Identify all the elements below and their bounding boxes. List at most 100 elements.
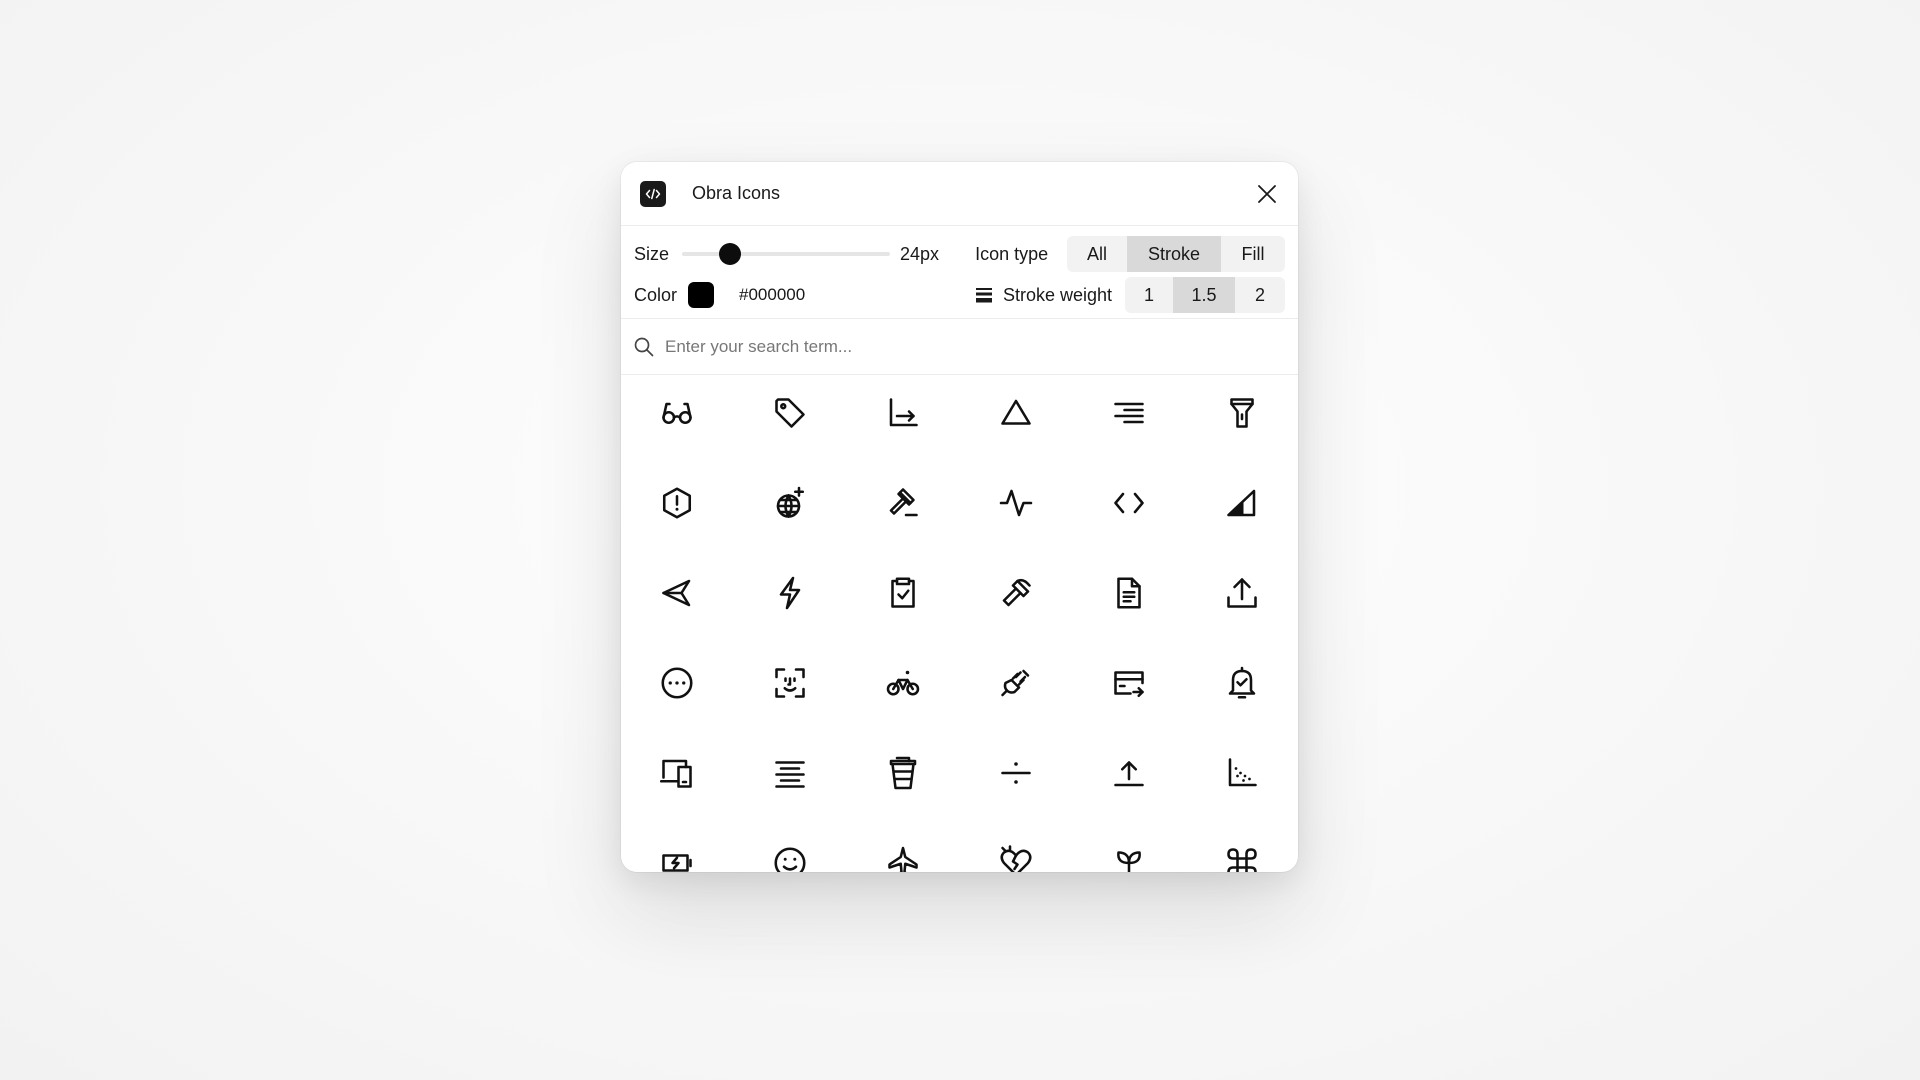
align-right-icon xyxy=(1114,402,1144,424)
plugin-window: Obra Icons Size 24px Icon type All Strok… xyxy=(621,162,1298,872)
icon-cell[interactable] xyxy=(760,743,820,803)
icon-cell[interactable] xyxy=(986,653,1046,713)
icon-cell[interactable] xyxy=(986,383,1046,443)
icon-cell[interactable] xyxy=(986,563,1046,623)
cup-icon xyxy=(889,756,917,790)
icon-cell[interactable] xyxy=(1212,833,1272,872)
icon-type-stroke-button[interactable]: Stroke xyxy=(1127,236,1221,272)
lightning-icon xyxy=(779,576,801,610)
app-title: Obra Icons xyxy=(692,183,781,203)
icon-cell[interactable] xyxy=(760,383,820,443)
face-scan-icon xyxy=(775,668,805,698)
clipboard-check-icon xyxy=(891,577,915,608)
more-circle-icon xyxy=(661,667,693,699)
icon-cell[interactable] xyxy=(986,833,1046,872)
size-label: Size xyxy=(634,243,670,264)
icon-cell[interactable] xyxy=(647,653,707,713)
axe-icon xyxy=(1002,578,1031,607)
document-text-icon xyxy=(1117,577,1141,609)
chart-axis-arrow-icon xyxy=(889,398,918,427)
size-row: Size 24px Icon type All Stroke Fill xyxy=(634,236,1285,272)
stroke-weight-label: Stroke weight xyxy=(1002,284,1112,305)
icon-cell[interactable] xyxy=(1099,743,1159,803)
signal-icon xyxy=(1227,489,1256,517)
icon-cell[interactable] xyxy=(1099,473,1159,533)
code-icon xyxy=(1114,492,1144,514)
gavel-icon xyxy=(889,488,918,517)
search-input[interactable] xyxy=(663,335,1227,358)
color-hex-value[interactable]: #000000 xyxy=(739,285,805,305)
icon-cell[interactable] xyxy=(873,383,933,443)
devices-icon xyxy=(659,759,692,788)
battery-charge-icon xyxy=(662,854,692,872)
icon-cell[interactable] xyxy=(760,473,820,533)
controls-panel: Size 24px Icon type All Stroke Fill Colo… xyxy=(621,226,1298,319)
hexagon-alert-icon xyxy=(662,487,692,519)
divide-icon xyxy=(1001,762,1031,784)
icon-grid xyxy=(621,374,1298,872)
icon-cell[interactable] xyxy=(1099,563,1159,623)
icon-cell[interactable] xyxy=(647,473,707,533)
activity-icon xyxy=(999,489,1033,517)
bicycle-icon xyxy=(886,670,920,696)
icon-cell[interactable] xyxy=(986,473,1046,533)
color-label: Color xyxy=(634,284,678,305)
stroke-weight-2-button[interactable]: 2 xyxy=(1235,277,1285,313)
send-left-icon xyxy=(662,579,691,607)
command-icon xyxy=(1227,848,1257,872)
search-icon xyxy=(634,337,654,356)
icon-cell[interactable] xyxy=(760,833,820,872)
triangle-icon xyxy=(1001,399,1031,425)
icon-type-label: Icon type xyxy=(975,243,1049,264)
icon-cell[interactable] xyxy=(760,563,820,623)
plant-icon xyxy=(1117,851,1141,872)
flashlight-icon xyxy=(1230,398,1254,428)
icon-cell[interactable] xyxy=(760,653,820,713)
icon-cell[interactable] xyxy=(1212,563,1272,623)
title-bar: Obra Icons xyxy=(621,162,1298,226)
icon-cell[interactable] xyxy=(1099,383,1159,443)
icon-type-all-button[interactable]: All xyxy=(1067,236,1127,272)
icon-cell[interactable] xyxy=(873,653,933,713)
text-align-center-icon xyxy=(775,761,805,788)
upload-icon xyxy=(1227,578,1257,608)
plug-icon xyxy=(1001,669,1030,697)
icon-cell[interactable] xyxy=(647,383,707,443)
stroke-weight-icon xyxy=(975,288,992,303)
stroke-weight-selector: 1 1.5 2 xyxy=(1125,277,1285,313)
icon-cell[interactable] xyxy=(1099,833,1159,872)
size-slider[interactable] xyxy=(682,241,891,267)
heart-broken-icon xyxy=(1000,845,1032,872)
icon-cell[interactable] xyxy=(1212,473,1272,533)
code-logo-icon xyxy=(640,180,666,207)
bell-check-icon xyxy=(1228,666,1256,699)
close-icon xyxy=(1258,184,1276,203)
icon-cell[interactable] xyxy=(1212,743,1272,803)
icon-cell[interactable] xyxy=(873,833,933,872)
close-button[interactable] xyxy=(1252,179,1282,209)
icon-cell[interactable] xyxy=(873,473,933,533)
icon-cell[interactable] xyxy=(647,833,707,872)
icon-cell[interactable] xyxy=(873,563,933,623)
glasses-icon xyxy=(662,402,692,425)
chart-dots-icon xyxy=(1228,758,1257,787)
icon-cell[interactable] xyxy=(986,743,1046,803)
icon-cell[interactable] xyxy=(1099,653,1159,713)
card-transfer-icon xyxy=(1114,671,1144,698)
icon-cell[interactable] xyxy=(873,743,933,803)
stroke-weight-1-5-button[interactable]: 1.5 xyxy=(1173,277,1235,313)
icon-cell[interactable] xyxy=(647,563,707,623)
icon-cell[interactable] xyxy=(647,743,707,803)
icon-cell[interactable] xyxy=(1212,653,1272,713)
tag-icon xyxy=(775,398,805,428)
smiley-icon xyxy=(774,847,806,872)
color-swatch[interactable] xyxy=(688,282,715,308)
stroke-weight-1-button[interactable]: 1 xyxy=(1125,277,1173,313)
icon-cell[interactable] xyxy=(1212,383,1272,443)
icon-type-fill-button[interactable]: Fill xyxy=(1221,236,1285,272)
search-bar xyxy=(621,319,1298,375)
plane-icon xyxy=(888,846,918,872)
icon-type-selector: All Stroke Fill xyxy=(1067,236,1285,272)
globe-sparkle-icon xyxy=(776,486,805,518)
size-slider-thumb[interactable] xyxy=(719,243,742,265)
